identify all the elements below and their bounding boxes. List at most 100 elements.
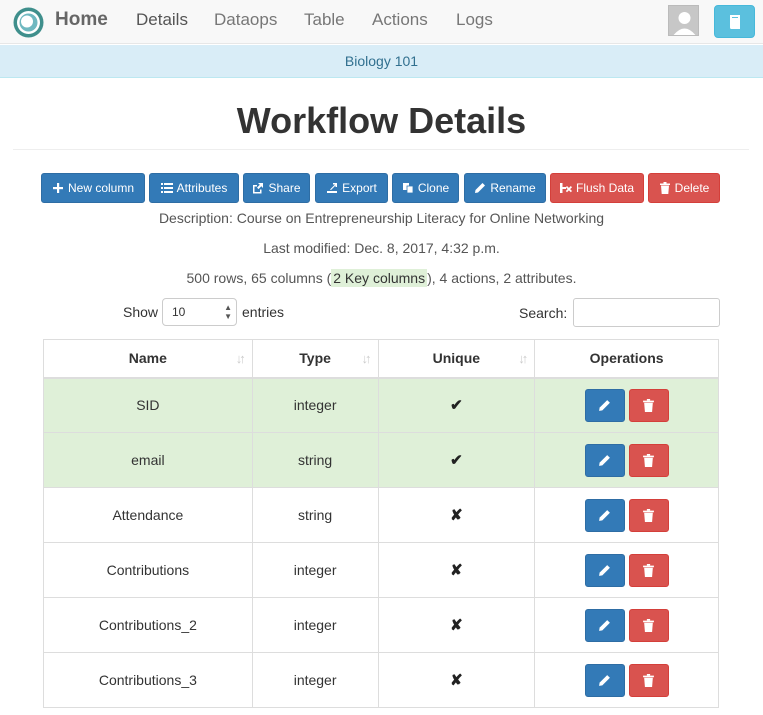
- title-divider: [13, 149, 749, 150]
- column-name-cell: Contributions_2: [43, 597, 253, 653]
- workflow-toolbar: New column Attributes Share Export Clone…: [0, 173, 763, 203]
- table-row: SID integer ✔: [43, 377, 719, 433]
- list-icon: [160, 183, 173, 193]
- column-type-cell: integer: [251, 542, 379, 598]
- share-icon: [253, 183, 264, 194]
- columns-table: Name ↓↑ Type ↓↑ Unique ↓↑ Operations SID int…: [43, 339, 719, 708]
- column-unique-cell: ✘: [377, 652, 536, 708]
- key-columns-badge: 2 Key columns: [331, 269, 428, 287]
- trash-icon: [643, 673, 655, 687]
- unique-mark-icon: ✘: [450, 672, 463, 689]
- entries-select[interactable]: 10 ▲ ▼: [162, 298, 237, 326]
- column-operations-cell: [534, 542, 719, 598]
- column-operations-cell: [534, 432, 719, 488]
- edit-column-button[interactable]: [584, 388, 625, 422]
- column-type-cell: string: [251, 487, 379, 543]
- column-type-cell: string: [251, 432, 379, 488]
- row-operations: [535, 498, 718, 532]
- show-label: Show: [123, 304, 159, 320]
- clone-button[interactable]: Clone: [392, 173, 459, 203]
- column-unique-cell: ✘: [377, 597, 536, 653]
- header-type[interactable]: Type ↓↑: [251, 339, 379, 379]
- delete-column-button[interactable]: [628, 498, 669, 532]
- table-row: Contributions integer ✘: [43, 542, 719, 598]
- delete-workflow-button[interactable]: Delete: [648, 173, 720, 203]
- pencil-icon: [599, 564, 611, 576]
- export-button[interactable]: Export: [315, 173, 388, 203]
- sort-icon: ↓↑: [235, 351, 246, 366]
- flush-data-button[interactable]: Flush Data: [550, 173, 644, 203]
- unique-mark-icon: ✔: [450, 452, 463, 469]
- nav-table[interactable]: Table: [304, 0, 345, 44]
- workflow-summary: 500 rows, 65 columns (2 Key columns), 4 …: [186, 269, 577, 287]
- column-operations-cell: [534, 487, 719, 543]
- last-modified: Last modified: Dec. 8, 2017, 4:32 p.m.: [263, 240, 500, 256]
- nav-logs[interactable]: Logs: [456, 0, 493, 44]
- export-icon: [327, 183, 338, 193]
- header-unique[interactable]: Unique ↓↑: [377, 339, 536, 379]
- unique-mark-icon: ✘: [450, 507, 463, 524]
- nav-home[interactable]: Home: [55, 0, 108, 44]
- delete-column-button[interactable]: [628, 443, 669, 477]
- edit-column-button[interactable]: [584, 608, 625, 642]
- trash-icon: [643, 508, 655, 522]
- column-type-cell: integer: [251, 652, 379, 708]
- table-row: Attendance string ✘: [43, 487, 719, 543]
- share-button[interactable]: Share: [243, 173, 310, 203]
- pencil-icon: [599, 674, 611, 686]
- select-arrows-icon: ▲ ▼: [224, 303, 232, 321]
- column-operations-cell: [534, 652, 719, 708]
- row-operations: [535, 388, 718, 422]
- help-button[interactable]: [714, 5, 755, 38]
- column-unique-cell: ✔: [377, 377, 536, 433]
- trash-icon: [643, 398, 655, 412]
- course-banner: Biology 101: [0, 45, 763, 78]
- navbar: Home Details Dataops Table Actions Logs: [0, 0, 763, 44]
- page-title: Workflow Details: [236, 100, 527, 141]
- header-name[interactable]: Name ↓↑: [43, 339, 253, 379]
- trash-icon: [643, 618, 655, 632]
- entries-label: entries: [242, 304, 285, 320]
- unique-mark-icon: ✘: [450, 562, 463, 579]
- nav-details[interactable]: Details: [136, 0, 188, 44]
- table-header-row: Name ↓↑ Type ↓↑ Unique ↓↑ Operations: [43, 339, 719, 379]
- edit-column-button[interactable]: [584, 498, 625, 532]
- column-type-cell: integer: [251, 377, 379, 433]
- nav-actions[interactable]: Actions: [372, 0, 428, 44]
- table-row: Contributions_2 integer ✘: [43, 597, 719, 653]
- pencil-icon: [475, 183, 486, 193]
- delete-column-button[interactable]: [628, 608, 669, 642]
- pencil-icon: [599, 619, 611, 631]
- column-name-cell: Attendance: [43, 487, 253, 543]
- edit-column-button[interactable]: [584, 663, 625, 697]
- brand-logo-icon[interactable]: [12, 6, 45, 39]
- edit-column-button[interactable]: [584, 553, 625, 587]
- row-operations: [535, 553, 718, 587]
- row-operations: [535, 443, 718, 477]
- delete-column-button[interactable]: [628, 553, 669, 587]
- column-name-cell: Contributions: [43, 542, 253, 598]
- sort-icon: ↓↑: [518, 351, 528, 366]
- rename-button[interactable]: Rename: [464, 173, 546, 203]
- delete-column-button[interactable]: [628, 663, 669, 697]
- trash-icon: [659, 182, 670, 194]
- column-type-cell: integer: [251, 597, 379, 653]
- nav-dataops[interactable]: Dataops: [214, 0, 277, 44]
- column-name-cell: SID: [43, 377, 253, 433]
- copy-icon: [402, 183, 414, 194]
- flush-icon: [559, 183, 572, 193]
- edit-column-button[interactable]: [584, 443, 625, 477]
- attributes-button[interactable]: Attributes: [149, 173, 239, 203]
- delete-column-button[interactable]: [628, 388, 669, 422]
- trash-icon: [643, 453, 655, 467]
- column-unique-cell: ✔: [377, 432, 536, 488]
- user-avatar[interactable]: [668, 5, 699, 36]
- user-icon: [673, 12, 696, 35]
- unique-mark-icon: ✘: [450, 617, 463, 634]
- row-operations: [535, 608, 718, 642]
- plus-icon: [52, 183, 63, 193]
- header-operations: Operations: [534, 339, 719, 379]
- new-column-button[interactable]: New column: [41, 173, 145, 203]
- search-input[interactable]: [573, 298, 720, 327]
- row-operations: [535, 663, 718, 697]
